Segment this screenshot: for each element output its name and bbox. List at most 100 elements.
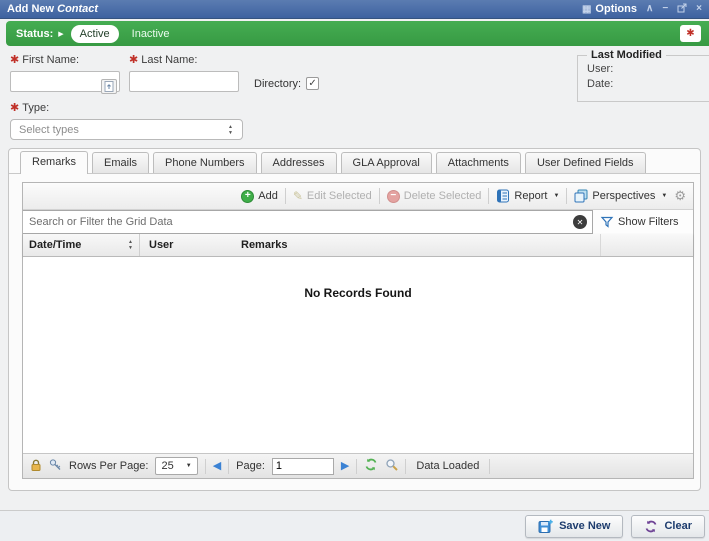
- last-modified-user-label: User:: [587, 63, 613, 75]
- popout-button[interactable]: [677, 3, 687, 16]
- column-header-remarks[interactable]: Remarks: [235, 234, 600, 256]
- column-header-extra: [600, 234, 693, 256]
- required-fields-button[interactable]: ✱: [680, 25, 701, 42]
- add-icon: +: [241, 190, 254, 203]
- next-page-button[interactable]: ▶: [341, 461, 349, 472]
- last-modified-title: Last Modified: [587, 49, 666, 61]
- grid-toolbar: + Add ✎ Edit Selected − Delete Selected: [23, 183, 693, 210]
- minimize-icon: −: [662, 3, 668, 14]
- perspectives-icon: [574, 189, 588, 203]
- pager-separator: [489, 459, 490, 474]
- close-icon: ×: [696, 3, 702, 14]
- first-name-label: ✱First Name:: [10, 53, 120, 66]
- options-label: Options: [595, 3, 637, 15]
- status-label: Status:: [16, 28, 53, 40]
- save-new-button[interactable]: Save New: [525, 515, 623, 538]
- type-select-value: Select types: [19, 124, 79, 136]
- delete-icon: −: [387, 190, 400, 203]
- grid-search-input[interactable]: [23, 210, 593, 234]
- toolbar-separator: [566, 188, 567, 204]
- caret-down-icon: ▼: [661, 193, 667, 199]
- checkmark-icon: ✓: [308, 79, 316, 89]
- required-asterisk-icon: ✱: [686, 28, 694, 39]
- collapse-button[interactable]: ∧: [646, 4, 653, 14]
- rows-per-page-select[interactable]: 25 ▼: [155, 457, 197, 475]
- refresh-button[interactable]: [364, 458, 378, 474]
- toolbar-separator: [285, 188, 286, 204]
- tab-addresses[interactable]: Addresses: [261, 152, 337, 173]
- key-button[interactable]: [49, 458, 62, 474]
- required-icon: ✱: [129, 54, 138, 66]
- delete-selected-button[interactable]: − Delete Selected: [387, 190, 482, 203]
- status-option-active[interactable]: Active: [71, 25, 119, 43]
- refresh-icon: [364, 458, 378, 471]
- column-header-user[interactable]: User: [140, 234, 235, 256]
- clear-button[interactable]: Clear: [631, 515, 705, 538]
- tab-strip: Remarks Emails Phone Numbers Addresses G…: [9, 149, 700, 174]
- clear-x-icon: ✕: [577, 218, 584, 227]
- tab-emails[interactable]: Emails: [92, 152, 149, 173]
- remarks-grid: + Add ✎ Edit Selected − Delete Selected: [22, 182, 694, 479]
- directory-label: Directory:: [254, 78, 301, 90]
- caret-down-icon: ▼: [186, 463, 192, 469]
- pager-separator: [228, 459, 229, 474]
- tab-user-defined-fields[interactable]: User Defined Fields: [525, 152, 646, 173]
- tab-phone-numbers[interactable]: Phone Numbers: [153, 152, 257, 173]
- add-button[interactable]: + Add: [241, 190, 278, 203]
- tab-remarks[interactable]: Remarks: [20, 151, 88, 174]
- caret-down-icon: ▼: [553, 193, 559, 199]
- select-updown-icon: ▲▼: [228, 124, 233, 136]
- lock-icon: [30, 458, 42, 472]
- magnifier-icon: [385, 458, 398, 471]
- page-label: Page:: [236, 460, 265, 472]
- empty-message: No Records Found: [23, 286, 693, 300]
- tab-gla-approval[interactable]: GLA Approval: [341, 152, 432, 173]
- rows-per-page-label: Rows Per Page:: [69, 460, 148, 472]
- contact-form: Last Modified User: Date: ✱First Name:: [0, 46, 709, 148]
- zoom-search-button[interactable]: [385, 458, 398, 474]
- type-label: ✱Type:: [10, 101, 709, 114]
- grid-status-text: Data Loaded: [413, 460, 482, 472]
- pager-separator: [405, 459, 406, 474]
- options-grid-icon: ▦: [582, 4, 591, 15]
- pager-separator: [205, 459, 206, 474]
- directory-checkbox[interactable]: ✓: [306, 77, 319, 90]
- clear-search-button[interactable]: ✕: [573, 215, 587, 229]
- grid-pager: Rows Per Page: 25 ▼ ◀ Page: ▶: [23, 453, 693, 478]
- window-title-entity: Contact: [57, 3, 98, 15]
- save-new-icon: [538, 519, 553, 534]
- pager-separator: [356, 459, 357, 474]
- report-icon: [496, 189, 510, 203]
- status-option-inactive[interactable]: Inactive: [132, 28, 170, 40]
- gear-icon: ⚙: [674, 188, 686, 203]
- options-button[interactable]: ▦ Options: [582, 3, 637, 15]
- edit-selected-button[interactable]: ✎ Edit Selected: [293, 189, 372, 203]
- lock-button[interactable]: [30, 458, 42, 475]
- collapse-icon: ∧: [646, 3, 653, 14]
- prev-page-button[interactable]: ◀: [213, 461, 221, 472]
- perspectives-button[interactable]: Perspectives ▼: [574, 189, 667, 203]
- popout-icon: [677, 3, 687, 13]
- close-button[interactable]: ×: [696, 4, 702, 14]
- prev-arrow-icon: ◀: [213, 460, 221, 472]
- bottom-gap: [0, 491, 709, 510]
- grid-search-row: ✕ Show Filters: [23, 210, 693, 234]
- tab-attachments[interactable]: Attachments: [436, 152, 521, 173]
- required-icon: ✱: [10, 54, 19, 66]
- first-name-lookup-button[interactable]: [101, 79, 117, 94]
- window-title-prefix: Add New: [7, 3, 54, 15]
- grid-settings-button[interactable]: ⚙: [674, 188, 686, 204]
- show-filters-button[interactable]: Show Filters: [593, 210, 693, 234]
- column-header-datetime[interactable]: Date/Time ▲▼: [23, 234, 140, 256]
- filter-funnel-icon: [600, 215, 614, 229]
- minimize-button[interactable]: −: [662, 4, 668, 14]
- required-icon: ✱: [10, 102, 19, 114]
- last-name-field[interactable]: [129, 71, 239, 92]
- window-titlebar: Add New Contact ▦ Options ∧ − ×: [0, 0, 709, 19]
- key-icon: [49, 458, 62, 471]
- page-number-input[interactable]: [272, 458, 334, 475]
- type-select[interactable]: Select types ▲▼: [10, 119, 243, 140]
- rows-per-page-value: 25: [161, 460, 173, 472]
- report-button[interactable]: Report ▼: [496, 189, 559, 203]
- next-arrow-icon: ▶: [341, 460, 349, 472]
